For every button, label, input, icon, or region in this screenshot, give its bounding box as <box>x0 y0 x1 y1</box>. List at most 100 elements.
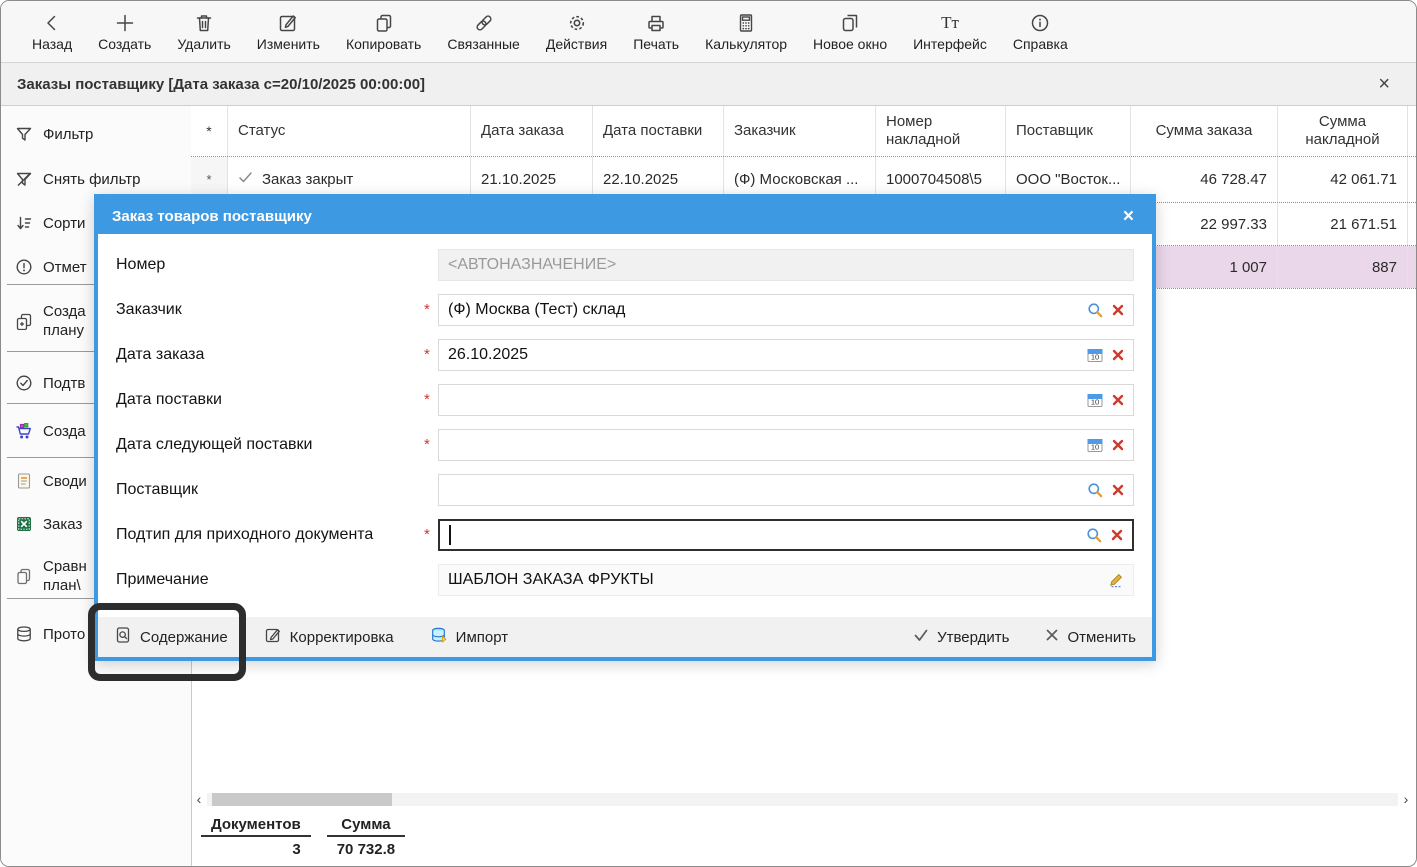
calculator-label: Калькулятор <box>705 36 787 52</box>
delete-button[interactable]: Удалить <box>164 8 243 56</box>
svg-text:10: 10 <box>1091 397 1099 406</box>
supplier-field[interactable] <box>438 474 1134 506</box>
row-invoice-sum: 21 671.51 <box>1278 203 1408 245</box>
cancel-button[interactable]: Отменить <box>1045 628 1136 646</box>
x-icon <box>1045 628 1059 646</box>
calendar-icon[interactable]: 10 <box>1087 347 1103 363</box>
sum-total: Сумма 70 732.8 <box>327 814 405 862</box>
subtype-field[interactable] <box>438 519 1134 551</box>
panel-close-icon[interactable]: × <box>1368 74 1400 94</box>
header-customer[interactable]: Заказчик <box>724 106 876 156</box>
clear-icon[interactable] <box>1112 484 1124 496</box>
check-circle-icon <box>15 374 33 392</box>
scrollbar-track[interactable] <box>207 793 1398 806</box>
sidebar-item-protocol[interactable]: Прото <box>15 623 85 645</box>
scroll-left-icon[interactable]: ‹ <box>191 791 207 807</box>
adjustment-button[interactable]: Корректировка <box>264 626 394 648</box>
content-label: Содержание <box>140 629 228 646</box>
search-icon[interactable] <box>1087 482 1103 498</box>
back-button[interactable]: Назад <box>19 8 85 56</box>
printer-icon <box>645 12 667 34</box>
compare-pages-icon <box>15 567 33 585</box>
field-row-supplier: Поставщик <box>116 467 1134 512</box>
import-button[interactable]: Импорт <box>430 626 508 648</box>
dialog-header[interactable]: Заказ товаров поставщику × <box>98 198 1152 234</box>
edit-icon <box>277 12 299 34</box>
header-star[interactable]: * <box>191 106 228 156</box>
link-icon <box>473 12 495 34</box>
header-invoice-sum[interactable]: Сумма накладной <box>1278 106 1408 156</box>
order-date-field[interactable]: 26.10.2025 10 <box>438 339 1134 371</box>
summary-totals: Документов 3 Сумма 70 732.8 <box>201 814 405 862</box>
trash-icon <box>193 12 215 34</box>
copy-button[interactable]: Копировать <box>333 8 434 56</box>
edit-square-icon <box>264 626 282 648</box>
next-delivery-date-field[interactable]: 10 <box>438 429 1134 461</box>
approve-button[interactable]: Утвердить <box>913 627 1009 647</box>
linked-button[interactable]: Связанные <box>434 8 533 56</box>
required-mark: * <box>424 436 438 453</box>
info-icon <box>1029 12 1051 34</box>
panel-header: Заказы поставщику [Дата заказа с=20/10/2… <box>1 63 1416 106</box>
back-icon <box>41 12 63 34</box>
clear-icon[interactable] <box>1111 529 1123 541</box>
clear-icon[interactable] <box>1112 304 1124 316</box>
header-invoice-number[interactable]: Номер накладной <box>876 106 1006 156</box>
actions-button[interactable]: Действия <box>533 8 620 56</box>
summary-list-icon <box>15 472 33 490</box>
edit-button[interactable]: Изменить <box>244 8 333 56</box>
delivery-date-label: Дата поставки <box>116 391 424 409</box>
header-delivery-date[interactable]: Дата поставки <box>593 106 724 156</box>
header-supplier[interactable]: Поставщик <box>1006 106 1131 156</box>
check-icon <box>913 627 929 647</box>
sidebar-item-create-by-plan[interactable]: Создаплану <box>15 302 86 340</box>
scroll-right-icon[interactable]: › <box>1398 791 1414 807</box>
customer-label: Заказчик <box>116 301 424 319</box>
calendar-icon[interactable]: 10 <box>1087 392 1103 408</box>
dialog-close-icon[interactable]: × <box>1119 207 1138 226</box>
new-window-button[interactable]: Новое окно <box>800 8 900 56</box>
create-button[interactable]: Создать <box>85 8 164 56</box>
sidebar-item-confirm[interactable]: Подтв <box>15 372 85 394</box>
search-icon[interactable] <box>1087 302 1103 318</box>
header-order-date[interactable]: Дата заказа <box>471 106 593 156</box>
status-check-icon <box>238 170 253 189</box>
dialog-title: Заказ товаров поставщику <box>112 208 312 225</box>
header-status[interactable]: Статус <box>228 106 471 156</box>
sidebar-item-compare-plan[interactable]: Сравнплан\ <box>15 557 87 595</box>
calendar-icon[interactable]: 10 <box>1087 437 1103 453</box>
customer-field[interactable]: (Ф) Москва (Тест) склад <box>438 294 1134 326</box>
clear-filter-icon <box>15 170 33 188</box>
sidebar-item-filter[interactable]: Фильтр <box>15 123 93 145</box>
database-icon <box>15 625 33 643</box>
header-order-sum[interactable]: Сумма заказа <box>1131 106 1278 156</box>
clear-icon[interactable] <box>1112 439 1124 451</box>
scrollbar-thumb[interactable] <box>212 793 392 806</box>
edit-label: Изменить <box>257 36 320 52</box>
sidebar-item-create-order[interactable]: Созда <box>15 420 86 442</box>
dialog-body: Номер <АВТОНАЗНАЧЕНИЕ> Заказчик * (Ф) Мо… <box>98 234 1152 602</box>
content-button[interactable]: Содержание <box>114 626 228 648</box>
clear-icon[interactable] <box>1112 394 1124 406</box>
documents-label: Документов <box>201 814 311 837</box>
order-date-label: Дата заказа <box>116 346 424 364</box>
help-button[interactable]: Справка <box>1000 8 1081 56</box>
interface-button[interactable]: Tт Интерфейс <box>900 8 1000 56</box>
number-label: Номер <box>116 256 424 274</box>
note-field[interactable]: ШАБЛОН ЗАКАЗА ФРУКТЫ <box>438 564 1134 596</box>
mark-icon <box>15 258 33 276</box>
delivery-date-field[interactable]: 10 <box>438 384 1134 416</box>
sidebar-item-export-excel[interactable]: Заказ <box>15 513 82 535</box>
pencil-icon[interactable] <box>1108 572 1124 588</box>
print-button[interactable]: Печать <box>620 8 692 56</box>
required-mark: * <box>424 301 438 318</box>
calculator-button[interactable]: Калькулятор <box>692 8 800 56</box>
search-icon[interactable] <box>1086 527 1102 543</box>
sidebar-item-summary[interactable]: Своди <box>15 470 87 492</box>
clear-icon[interactable] <box>1112 349 1124 361</box>
sum-value: 70 732.8 <box>327 837 405 862</box>
sidebar-item-clear-filter[interactable]: Снять фильтр <box>15 168 140 190</box>
sidebar-item-mark[interactable]: Отмет <box>15 256 87 278</box>
sidebar-item-sort[interactable]: Сорти <box>15 212 85 234</box>
sidebar-item-label: Отмет <box>43 259 87 276</box>
